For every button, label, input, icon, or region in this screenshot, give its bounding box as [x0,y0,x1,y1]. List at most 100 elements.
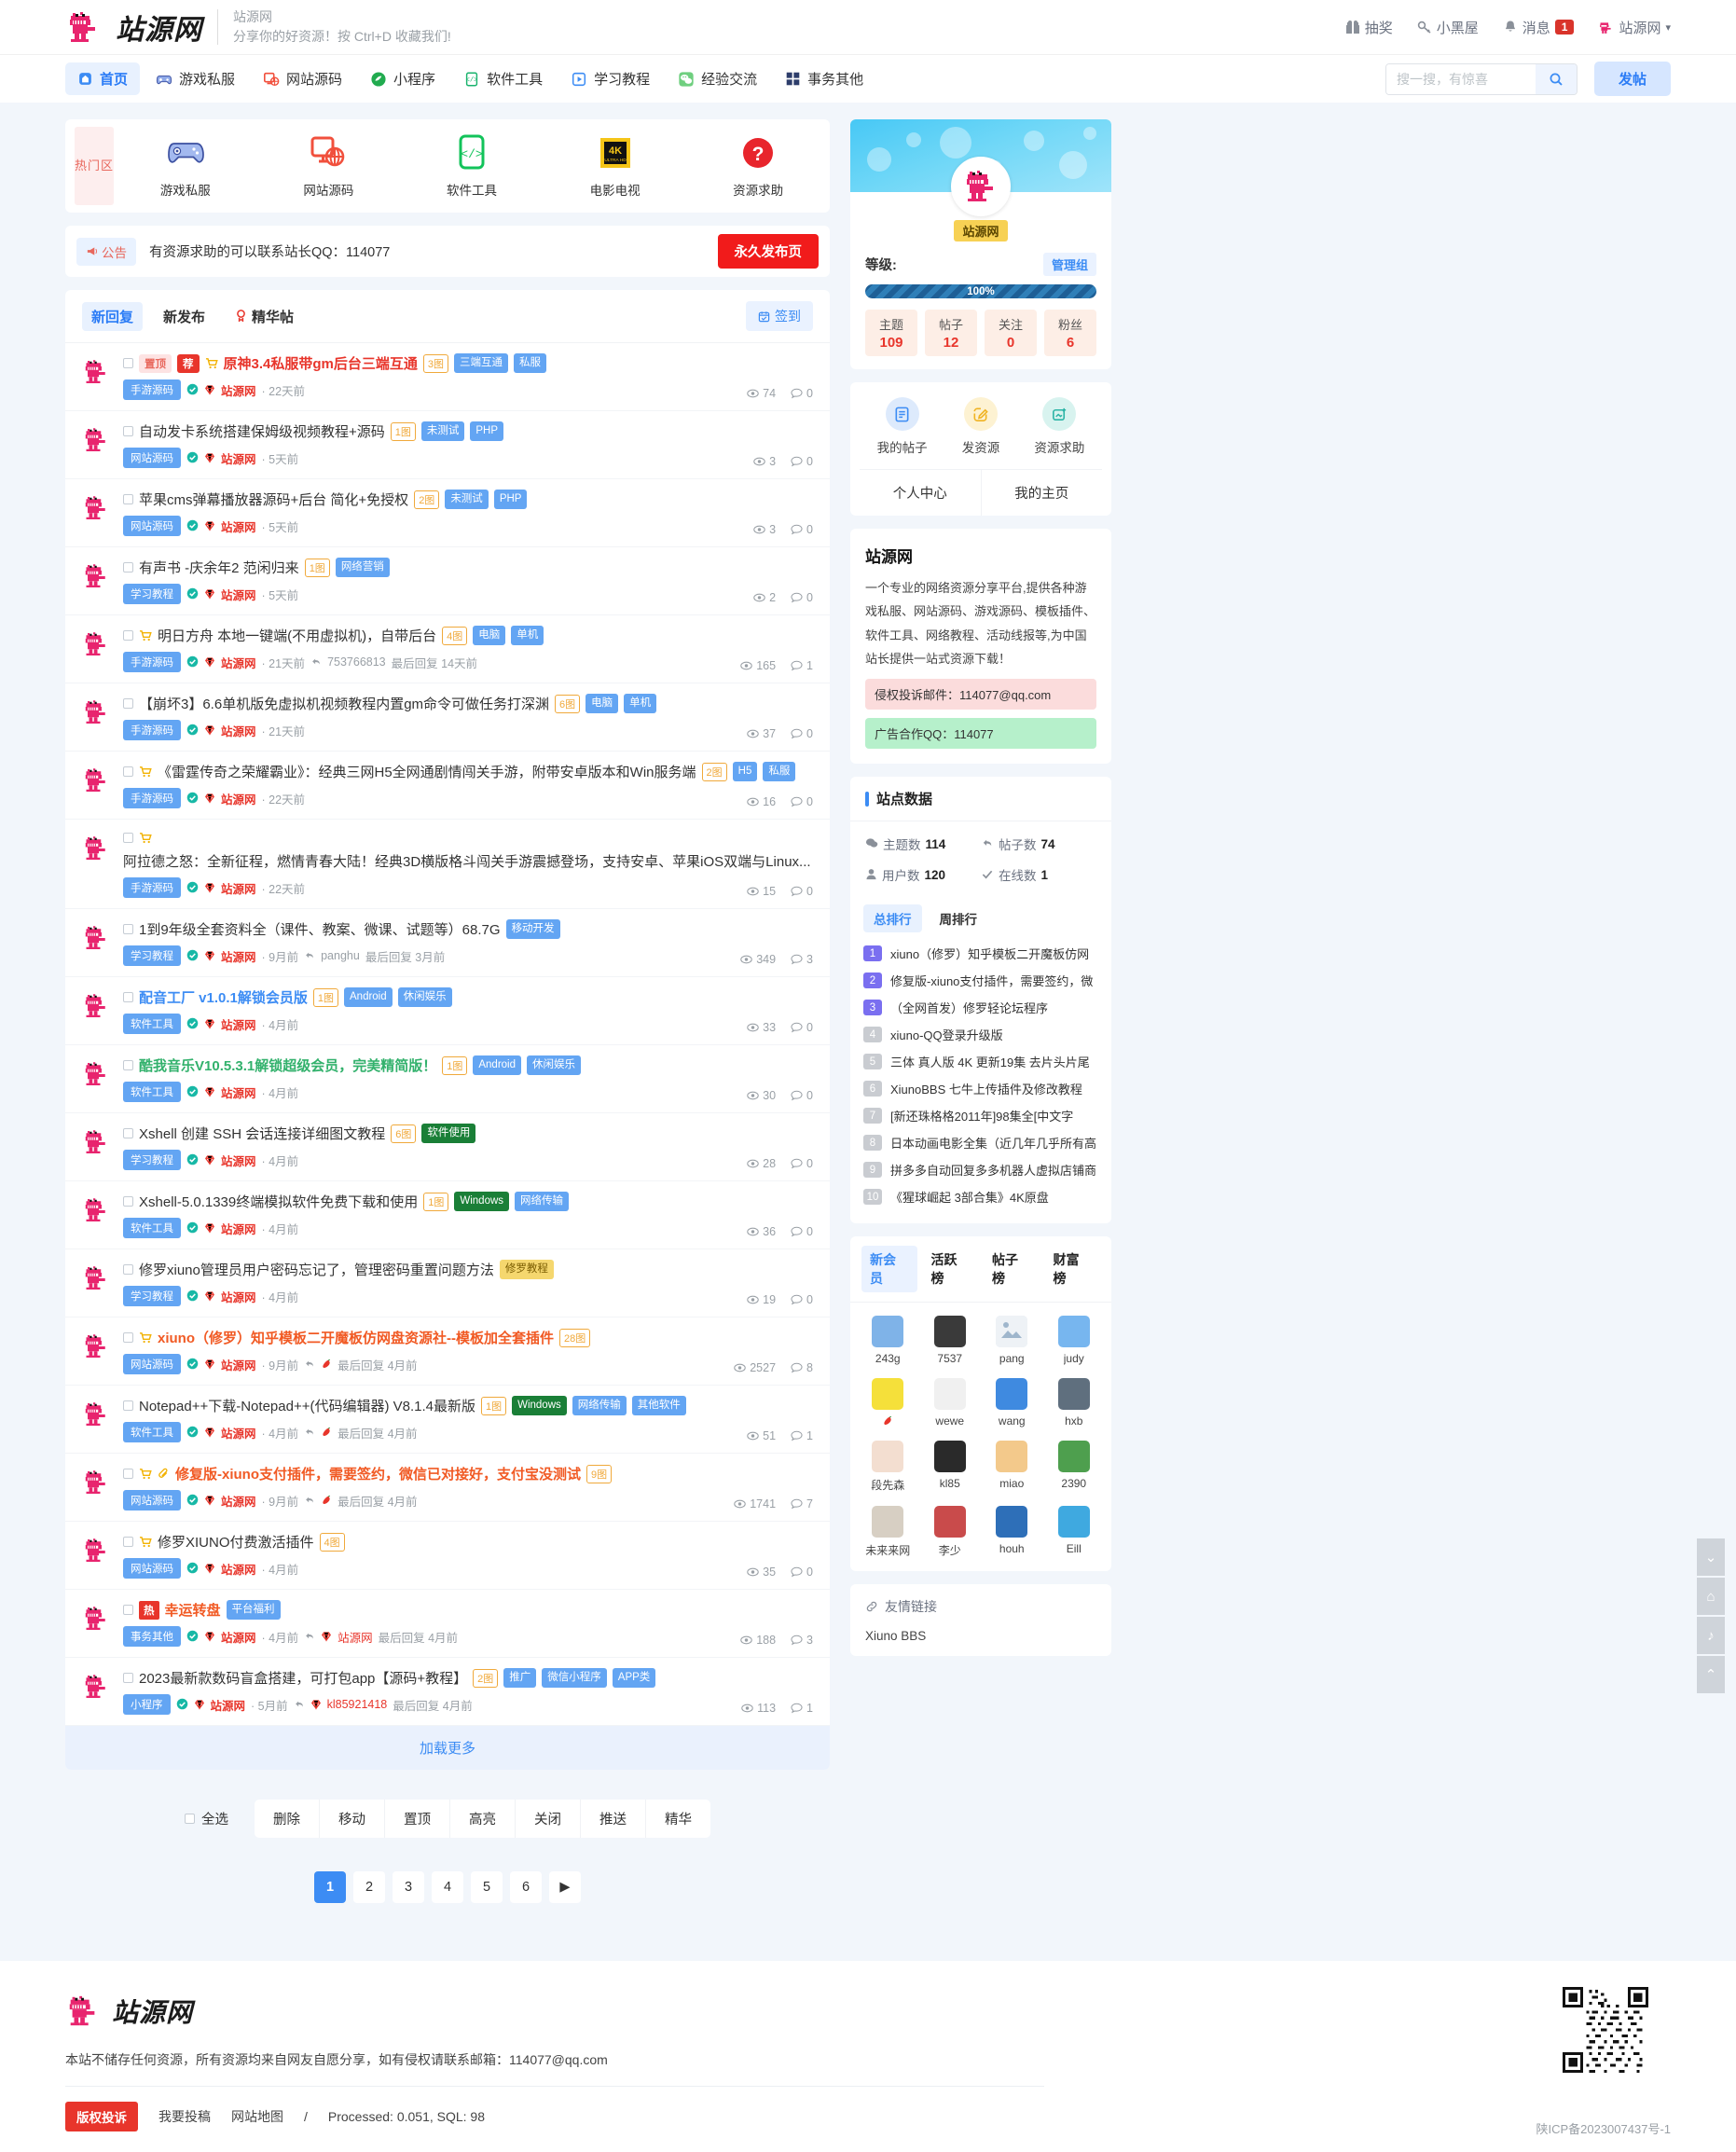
thread-author[interactable]: 站源网 [221,1220,256,1237]
tab-featured[interactable]: 精华帖 [226,302,303,331]
ranking-item[interactable]: 6 XiunoBBS 七牛上传插件及修改教程 [863,1075,1098,1102]
thread-checkbox[interactable] [123,1400,133,1411]
thread-title[interactable]: 【崩坏3】6.6单机版免虚拟机视频教程内置gm命令可做任务打深渊 [139,694,549,713]
thread-author[interactable]: 站源网 [221,1083,256,1101]
author-avatar[interactable] [82,492,112,526]
copyright-complaint-button[interactable]: 版权投诉 [65,2102,138,2131]
messages-link[interactable]: 消息 1 [1503,18,1575,37]
thread-tag[interactable]: APP类 [612,1668,656,1688]
member-avatar[interactable] [933,1441,966,1473]
member-avatar[interactable] [996,1316,1028,1348]
footer-logo[interactable]: 站源网 [65,1993,1671,2030]
thread-row[interactable]: Notepad++下载-Notepad++(代码编辑器) V8.1.4最新版 1… [65,1386,830,1454]
thread-title[interactable]: 幸运转盘 [165,1600,221,1620]
thread-tag[interactable]: 其他软件 [631,1396,686,1415]
signin-button[interactable]: 签到 [746,301,813,331]
thread-title[interactable]: 明日方舟 本地一键端(不用虚拟机)，自带后台 [158,626,436,645]
thread-tag[interactable]: 微信小程序 [542,1668,607,1688]
thread-checkbox[interactable] [123,1264,133,1275]
author-avatar[interactable] [82,560,112,594]
member-item[interactable]: 2390 [1046,1441,1103,1493]
rank-tab-total[interactable]: 总排行 [863,904,922,933]
forum-tag[interactable]: 学习教程 [123,1286,181,1306]
thread-checkbox[interactable] [123,833,133,843]
forum-tag[interactable]: 网站源码 [123,448,181,468]
thread-row[interactable]: 明日方舟 本地一键端(不用虚拟机)，自带后台 4图 电脑 单机 手游源码 站源网 · 2… [65,615,830,683]
ranking-item[interactable]: 10 《猩球崛起 3部合集》4K原盘 [863,1183,1098,1210]
hot-item-resource-help[interactable]: ? 资源求助 [733,133,783,199]
author-avatar[interactable] [82,1467,112,1500]
member-avatar[interactable] [996,1378,1028,1411]
nav-item-experience[interactable]: 经验交流 [666,62,769,95]
thread-author[interactable]: 站源网 [221,1152,256,1169]
member-item[interactable]: judy [1046,1316,1103,1365]
author-avatar[interactable] [82,1262,112,1296]
thread-row[interactable]: 【崩坏3】6.6单机版免虚拟机视频教程内置gm命令可做任务打深渊 6图 电脑 单机 … [65,683,830,752]
thread-checkbox[interactable] [123,1332,133,1343]
last-replier[interactable]: kl85921418 [327,1698,388,1711]
thread-title[interactable]: 自动发卡系统搭建保姆级视频教程+源码 [139,421,385,441]
member-item[interactable]: pang [984,1316,1040,1365]
thread-title[interactable]: 苹果cms弹幕播放器源码+后台 简化+免授权 [139,490,408,509]
thread-checkbox[interactable] [123,1537,133,1547]
thread-title[interactable]: 2023最新款数码盲盒搭建，可打包app【源码+教程】 [139,1668,467,1688]
author-avatar[interactable] [82,990,112,1024]
thread-row[interactable]: 自动发卡系统搭建保姆级视频教程+源码 1图 未测试 PHP 网站源码 站源网 · 5天前… [65,411,830,479]
bulk-action-button[interactable]: 置顶 [385,1800,450,1838]
thread-tag[interactable]: 修罗教程 [499,1260,554,1279]
forum-tag[interactable]: 手游源码 [123,652,181,672]
notification-shortcut-button[interactable]: ♪ [1697,1617,1725,1654]
thread-title[interactable]: Xshell-5.0.1339终端模拟软件免费下载和使用 [139,1192,418,1211]
member-item[interactable] [860,1378,916,1428]
page-button[interactable]: 2 [353,1871,385,1903]
author-avatar[interactable] [82,1671,112,1704]
thread-checkbox[interactable] [123,1128,133,1138]
load-more-button[interactable]: 加载更多 [65,1726,830,1770]
thread-row[interactable]: 置顶荐 原神3.4私服带gm后台三端互通 3图 三端互通 私服 手游源码 站源网 · 2… [65,343,830,411]
author-avatar[interactable] [82,1535,112,1568]
thread-checkbox[interactable] [123,1605,133,1615]
member-item[interactable]: wang [984,1378,1040,1428]
member-item[interactable]: 段先森 [860,1441,916,1493]
last-replier[interactable]: 753766813 [327,655,386,669]
select-all-checkbox[interactable]: 全选 [185,1809,228,1828]
thread-tag[interactable]: 网络营销 [335,558,390,577]
checkbox-box[interactable] [185,1814,195,1824]
member-item[interactable]: hxb [1046,1378,1103,1428]
thread-title[interactable]: 《雷霆传奇之荣耀霸业》：经典三网H5全网通剧情闯关手游，附带安卓版本和Win服务… [158,762,696,781]
member-avatar[interactable] [1057,1441,1090,1473]
search-button[interactable] [1535,63,1577,94]
thread-author[interactable]: 站源网 [221,1560,256,1578]
thread-tag[interactable]: 网络传输 [572,1396,627,1415]
thread-row[interactable]: 1到9年级全套资料全（课件、教案、微课、试题等）68.7G 移动开发 学习教程 站… [65,909,830,977]
thread-row[interactable]: 阿拉德之怒：全新征程，燃情青春大陆！经典3D横版格斗闯关手游震撼登场，支持安卓、… [65,820,830,909]
thread-author[interactable]: 站源网 [221,1628,256,1646]
thread-title[interactable]: 有声书 -庆余年2 范闲归来 [139,558,299,577]
next-page-button[interactable]: ▶ [549,1871,581,1903]
forum-tag[interactable]: 软件工具 [123,1218,181,1238]
thread-checkbox[interactable] [123,1196,133,1207]
ranking-item[interactable]: 5 三体 真人版 4K 更新19集 去片头片尾 [863,1048,1098,1075]
thread-title[interactable]: xiuno（修罗）知乎模板二开魔板仿网盘资源社--模板加全套插件 [158,1328,554,1347]
scroll-down-button[interactable]: ⌄ [1697,1538,1725,1576]
page-button[interactable]: 5 [471,1871,503,1903]
forum-tag[interactable]: 网站源码 [123,1558,181,1579]
author-avatar[interactable] [82,1194,112,1228]
forum-tag[interactable]: 学习教程 [123,1150,181,1170]
profile-stat[interactable]: 帖子 12 [925,310,977,356]
thread-author[interactable]: 站源网 [221,449,256,467]
profile-stat[interactable]: 粉丝 6 [1044,310,1096,356]
thread-tag[interactable]: 电脑 [473,626,506,645]
forum-tag[interactable]: 手游源码 [123,379,181,400]
thread-tag[interactable]: 移动开发 [505,919,560,939]
forum-tag[interactable]: 网站源码 [123,516,181,536]
nav-item-tutorials[interactable]: 学习教程 [558,62,662,95]
thread-author[interactable]: 站源网 [221,381,256,399]
home-shortcut-button[interactable]: ⌂ [1697,1578,1725,1615]
member-tab[interactable]: 帖子榜 [984,1246,1040,1292]
thread-tag[interactable]: 休闲娱乐 [397,987,452,1007]
thread-checkbox[interactable] [123,766,133,777]
member-avatar[interactable] [872,1441,904,1473]
author-avatar[interactable] [82,833,112,866]
my-homepage-link[interactable]: 我的主页 [980,470,1103,516]
